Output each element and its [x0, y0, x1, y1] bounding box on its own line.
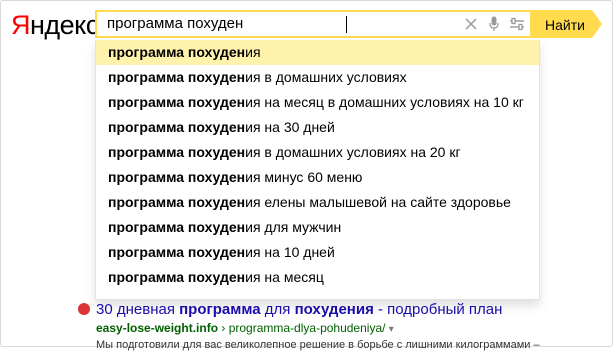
suggestion-item[interactable]: программа похудения для мужчин	[96, 215, 539, 240]
suggestion-item[interactable]: программа похудения на 30 дней	[96, 115, 539, 140]
search-box	[95, 10, 532, 38]
settings-sliders-icon[interactable]	[505, 12, 529, 36]
result-url[interactable]: easy-lose-weight.info › programma-dlya-p…	[96, 320, 598, 338]
suggestion-item[interactable]: программа похудения на месяц в домашних …	[96, 90, 539, 115]
suggestions-dropdown: программа похудения программа похудения …	[95, 40, 540, 300]
yandex-logo[interactable]: Яндекс	[11, 10, 99, 40]
suggestion-item[interactable]: программа похудения минус 60 меню	[96, 165, 539, 190]
suggestion-item[interactable]: программа похудения в домашних условиях …	[96, 140, 539, 165]
result-snippet: Мы подготовили для вас великолепное реше…	[96, 339, 540, 351]
suggestion-item[interactable]: программа похудения на 10 дней	[96, 240, 539, 265]
suggestion-item[interactable]: программа похудения на месяц	[96, 265, 539, 290]
search-result: 30 дневная программа для похудения - под…	[78, 300, 598, 352]
result-title-link[interactable]: 30 дневная программа для похудения - под…	[78, 300, 598, 320]
apple-favicon-icon	[78, 303, 90, 315]
suggestion-item[interactable]: программа похудения елены малышевой на с…	[96, 190, 539, 215]
suggestion-item[interactable]: программа похудения в домашних условиях	[96, 65, 539, 90]
text-caret	[346, 16, 347, 33]
search-button[interactable]: Найти	[530, 10, 602, 38]
search-input[interactable]	[97, 12, 437, 36]
microphone-icon[interactable]	[482, 12, 506, 36]
suggestion-item[interactable]: программа похудения	[96, 40, 539, 65]
clear-icon[interactable]	[459, 12, 483, 36]
url-menu-arrow-icon[interactable]: ▾	[389, 324, 394, 335]
